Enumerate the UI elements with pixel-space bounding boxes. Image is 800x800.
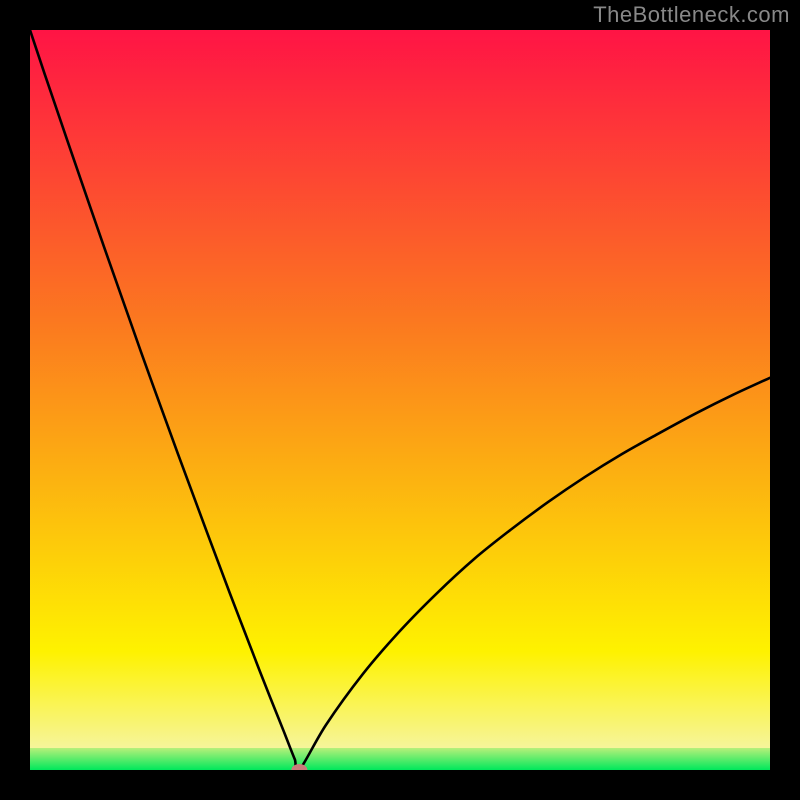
chart-frame: TheBottleneck.com [0, 0, 800, 800]
bottleneck-chart [30, 30, 770, 770]
chart-background [30, 30, 770, 770]
watermark-text: TheBottleneck.com [593, 2, 790, 28]
